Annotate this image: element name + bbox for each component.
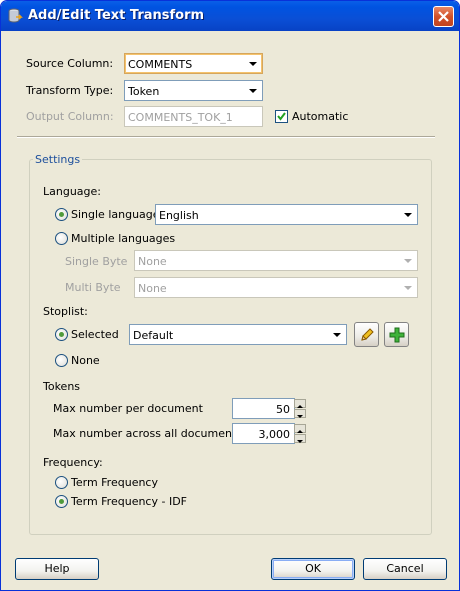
source-column-value: COMMENTS xyxy=(128,58,193,71)
stoplist-value: Default xyxy=(133,329,174,342)
max-all-docs-field[interactable]: 3,000 xyxy=(232,423,295,444)
source-column-label: Source Column: xyxy=(26,57,114,70)
close-button[interactable] xyxy=(433,6,454,27)
transform-type-value: Token xyxy=(128,85,160,98)
frequency-label: Frequency: xyxy=(43,456,103,469)
output-column-field[interactable]: COMMENTS_TOK_1 xyxy=(124,106,263,127)
stoplist-none-label: None xyxy=(71,354,100,367)
dialog-window: Add/Edit Text Transform Source Column: C… xyxy=(0,0,460,591)
help-button[interactable]: Help xyxy=(15,558,99,580)
multiple-languages-label: Multiple languages xyxy=(71,232,176,245)
max-per-doc-label: Max number per document xyxy=(53,402,203,415)
multi-byte-select[interactable]: None xyxy=(134,277,418,298)
stoplist-selected-label: Selected xyxy=(71,328,119,341)
edit-stoplist-button[interactable] xyxy=(354,322,379,347)
pencil-icon xyxy=(361,328,374,341)
cancel-button-label: Cancel xyxy=(386,562,424,575)
single-byte-label: Single Byte xyxy=(65,255,128,268)
chevron-down-icon xyxy=(249,62,257,66)
ok-button-label: OK xyxy=(305,562,321,575)
settings-group-title: Settings xyxy=(33,153,83,166)
max-all-docs-spinner[interactable] xyxy=(294,424,306,443)
cancel-button[interactable]: Cancel xyxy=(363,558,447,580)
term-frequency-radio[interactable] xyxy=(55,476,68,489)
chevron-down-icon xyxy=(249,89,257,93)
stoplist-selected-radio[interactable] xyxy=(55,328,68,341)
language-label: Language: xyxy=(43,185,101,198)
multi-byte-label: Multi Byte xyxy=(65,281,121,294)
chevron-down-icon xyxy=(333,333,341,337)
spin-up-icon[interactable] xyxy=(294,424,306,433)
window-title: Add/Edit Text Transform xyxy=(28,8,205,23)
single-byte-select[interactable]: None xyxy=(134,250,418,271)
checkmark-icon xyxy=(277,112,286,121)
database-transform-icon xyxy=(7,8,23,24)
separator xyxy=(17,136,435,138)
term-frequency-label: Term Frequency xyxy=(71,476,158,489)
transform-type-label: Transform Type: xyxy=(26,84,114,97)
ok-button[interactable]: OK xyxy=(271,558,355,580)
source-column-select[interactable]: COMMENTS xyxy=(124,53,263,74)
transform-type-select[interactable]: Token xyxy=(124,80,263,101)
max-all-docs-label: Max number across all documents xyxy=(53,427,243,440)
stoplist-select[interactable]: Default xyxy=(129,324,347,345)
chevron-down-icon xyxy=(404,213,412,217)
multiple-languages-radio[interactable] xyxy=(55,232,68,245)
chevron-down-icon xyxy=(404,259,412,263)
output-column-value: COMMENTS_TOK_1 xyxy=(128,111,233,124)
max-per-doc-spinner[interactable] xyxy=(294,399,306,418)
close-icon xyxy=(438,11,449,22)
single-language-value: English xyxy=(159,209,199,222)
spin-down-icon[interactable] xyxy=(294,409,306,418)
chevron-down-icon xyxy=(404,286,412,290)
single-language-select[interactable]: English xyxy=(155,204,418,225)
spin-up-icon[interactable] xyxy=(294,399,306,408)
max-per-doc-value: 50 xyxy=(276,403,290,416)
automatic-label: Automatic xyxy=(292,110,349,123)
max-per-doc-field[interactable]: 50 xyxy=(232,398,295,419)
tokens-label: Tokens xyxy=(43,380,81,393)
plus-icon xyxy=(389,327,405,343)
automatic-checkbox[interactable] xyxy=(275,110,288,123)
output-column-label: Output Column: xyxy=(26,110,114,123)
stoplist-label: Stoplist: xyxy=(43,305,88,318)
add-stoplist-button[interactable] xyxy=(384,322,409,347)
term-frequency-idf-radio[interactable] xyxy=(55,495,68,508)
help-button-label: Help xyxy=(44,562,70,575)
title-bar: Add/Edit Text Transform xyxy=(1,1,459,31)
multi-byte-value: None xyxy=(138,282,167,295)
single-language-radio[interactable] xyxy=(55,208,68,221)
spin-down-icon[interactable] xyxy=(294,434,306,443)
stoplist-none-radio[interactable] xyxy=(55,354,68,367)
single-byte-value: None xyxy=(138,255,167,268)
term-frequency-idf-label: Term Frequency - IDF xyxy=(71,495,187,508)
single-language-label: Single language xyxy=(71,208,160,221)
max-all-docs-value: 3,000 xyxy=(258,428,291,441)
